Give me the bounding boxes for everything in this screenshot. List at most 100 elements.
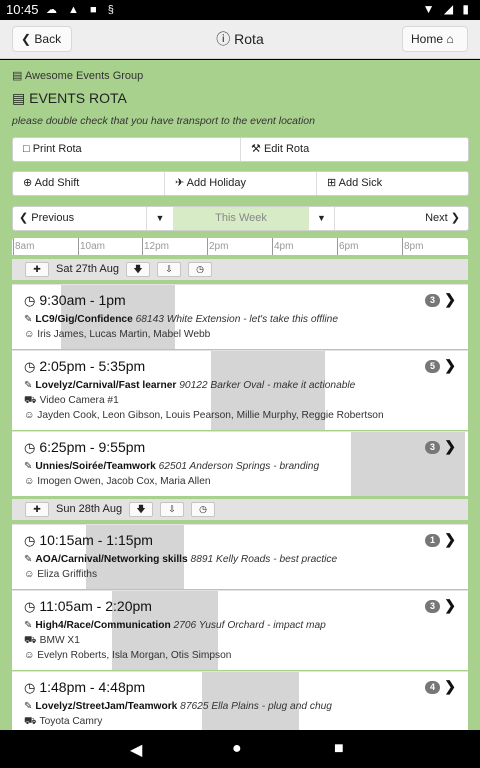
add-holiday-button[interactable]: ✈ Add Holiday — [165, 172, 317, 195]
day-header: ✚ Sun 28th Aug 🡇 ⇩ ◷ — [12, 499, 468, 520]
shift-staff-text: Jayden Cook, Leon Gibson, Louis Pearson,… — [37, 410, 384, 421]
truck-icon: ⛟ — [24, 395, 37, 406]
arrow-down-outline-icon: ⇩ — [168, 504, 176, 514]
user-icon: ☺ — [24, 410, 35, 421]
day-label: Sat 27th Aug — [56, 263, 119, 275]
shift-time-text: 1:48pm - 4:48pm — [39, 679, 146, 695]
next-dropdown-button[interactable]: ▼ — [309, 207, 335, 230]
pdf-icon: □ — [23, 143, 30, 155]
add-holiday-label: Add Holiday — [186, 177, 246, 189]
shift-time-text: 6:25pm - 9:55pm — [39, 439, 146, 455]
arrow-down-outline-icon: ⇩ — [165, 264, 173, 274]
status-bar: 10:45 ☁ ▲ ■ § ▼ ◢ ▮ — [0, 0, 480, 20]
collapse-day-button[interactable]: 🡇 — [126, 262, 150, 277]
shift-event-name: High4/Race/Communication — [35, 620, 171, 631]
day-clock-button[interactable]: ◷ — [191, 502, 215, 517]
add-sick-button[interactable]: ⊞ Add Sick — [317, 172, 468, 195]
add-shift-button[interactable]: ⊕ Add Shift — [13, 172, 165, 195]
caret-down-icon: ▼ — [155, 213, 165, 223]
shift-staff: ☺ Iris James, Lucas Martin, Mabel Webb — [24, 329, 210, 340]
shift-card[interactable]: ◷ 1:48pm - 4:48pm ✎ Lovelyz/StreetJam/Tea… — [12, 671, 468, 730]
clock-icon: ◷ — [24, 440, 36, 455]
expand-day-button[interactable]: ⇩ — [157, 262, 181, 277]
status-time: 10:45 — [6, 2, 39, 17]
nav-back-icon[interactable]: ◀ — [130, 740, 142, 760]
previous-label: Previous — [31, 212, 75, 224]
shift-event: ✎ Lovelyz/StreetJam/Teamwork 87625 Ella … — [24, 701, 332, 712]
shift-card[interactable]: ◷ 11:05am - 2:20pm ✎ High4/Race/Communica… — [12, 590, 468, 670]
this-week-button[interactable]: This Week — [173, 207, 309, 230]
shift-card[interactable]: ◷ 10:15am - 1:15pm ✎ AOA/Carnival/Network… — [12, 524, 468, 589]
plane-icon: ✈ — [175, 177, 185, 189]
shift-event-detail: 8891 Kelly Roads - best practice — [190, 554, 338, 565]
nav-recents-icon[interactable]: ■ — [334, 740, 344, 758]
pen-icon: ✎ — [24, 461, 33, 472]
shift-time: ◷ 6:25pm - 9:55pm — [24, 439, 145, 456]
user-icon: ☺ — [24, 569, 35, 580]
edit-rota-button[interactable]: ⚒ Edit Rota — [241, 138, 468, 161]
add-actions: ⊕ Add Shift ✈ Add Holiday ⊞ Add Sick — [12, 171, 469, 196]
shift-event: ✎ LC9/Gig/Confidence 68143 White Extensi… — [24, 314, 338, 325]
rota-title-text: EVENTS ROTA — [29, 90, 127, 106]
staff-count-badge: 4 — [425, 681, 440, 694]
previous-week-button[interactable]: ❮ Previous — [13, 207, 147, 230]
shift-event-detail: 62501 Anderson Springs - branding — [158, 461, 320, 472]
shift-time-text: 10:15am - 1:15pm — [39, 532, 153, 548]
previous-dropdown-button[interactable]: ▼ — [147, 207, 173, 230]
pen-icon: ✎ — [24, 314, 33, 325]
caret-down-icon: ▼ — [317, 213, 326, 223]
timeline-tick: 8pm — [402, 238, 423, 255]
plus-circle-icon: ✚ — [33, 264, 41, 274]
shift-vehicle-text: Video Camera #1 — [39, 395, 119, 406]
clock-icon: ◷ — [24, 599, 36, 614]
shift-event: ✎ Lovelyz/Carnival/Fast learner 90122 Ba… — [24, 380, 355, 391]
shift-event-name: LC9/Gig/Confidence — [35, 314, 133, 325]
pen-icon: ✎ — [24, 380, 33, 391]
pen-icon: ✎ — [24, 620, 33, 631]
day-label: Sun 28th Aug — [56, 503, 123, 515]
timeline-tick: 10am — [78, 238, 105, 255]
chevron-right-icon: ❯ — [444, 678, 456, 694]
print-rota-button[interactable]: □ Print Rota — [13, 138, 241, 161]
timeline-tick: 6pm — [337, 238, 358, 255]
shift-time: ◷ 11:05am - 2:20pm — [24, 598, 152, 615]
shift-vehicle-text: Toyota Camry — [39, 716, 103, 727]
staff-count-badge: 5 — [425, 360, 440, 373]
add-shift-day-button[interactable]: ✚ — [25, 502, 49, 517]
week-navigation: ❮ Previous ▼ This Week ▼ Next ❯ — [12, 206, 469, 231]
user-icon: ☺ — [24, 650, 35, 661]
shift-vehicle: ⛟ Video Camera #1 — [24, 395, 119, 408]
notification-icons: ☁ ▲ ■ § — [46, 4, 118, 16]
collapse-day-button[interactable]: 🡇 — [129, 502, 153, 517]
shift-time: ◷ 1:48pm - 4:48pm — [24, 679, 145, 696]
staff-count-badge: 3 — [425, 600, 440, 613]
clock-icon: ◷ — [199, 504, 207, 514]
info-icon: ⓘ — [216, 31, 231, 47]
next-label: Next — [425, 212, 448, 224]
shift-time: ◷ 2:05pm - 5:35pm — [24, 358, 145, 375]
shift-event-name: Lovelyz/Carnival/Fast learner — [35, 380, 177, 391]
chevron-right-icon: ❯ — [444, 531, 456, 547]
shift-staff-text: Evelyn Roberts, Isla Morgan, Otis Simpso… — [37, 650, 232, 661]
user-icon: ☺ — [24, 329, 35, 340]
truck-icon: ⛟ — [24, 716, 37, 727]
org-name: ▤ Awesome Events Group — [12, 69, 143, 82]
shift-event: ✎ AOA/Carnival/Networking skills 8891 Ke… — [24, 554, 337, 565]
user-icon: ☺ — [24, 476, 35, 487]
nav-home-icon[interactable]: ● — [232, 740, 242, 758]
staff-count-badge: 3 — [425, 294, 440, 307]
shift-card[interactable]: ◷ 2:05pm - 5:35pm ✎ Lovelyz/Carnival/Fast… — [12, 350, 468, 430]
home-button[interactable]: Home ⌂ — [402, 26, 468, 52]
shift-event: ✎ High4/Race/Communication 2706 Yusuf Or… — [24, 620, 326, 631]
page-title-text: Rota — [234, 31, 264, 47]
shift-staff-text: Iris James, Lucas Martin, Mabel Webb — [37, 329, 211, 340]
shift-staff: ☺ Eliza Griffiths — [24, 569, 97, 580]
day-clock-button[interactable]: ◷ — [188, 262, 212, 277]
next-week-button[interactable]: Next ❯ — [338, 207, 468, 230]
shift-card[interactable]: ◷ 6:25pm - 9:55pm ✎ Unnies/Soirée/Teamwor… — [12, 431, 468, 496]
expand-day-button[interactable]: ⇩ — [160, 502, 184, 517]
add-shift-day-button[interactable]: ✚ — [25, 262, 49, 277]
day-header: ✚ Sat 27th Aug 🡇 ⇩ ◷ — [12, 259, 468, 280]
clock-icon: ◷ — [24, 293, 36, 308]
shift-card[interactable]: ◷ 9:30am - 1pm ✎ LC9/Gig/Confidence 68143… — [12, 284, 468, 349]
